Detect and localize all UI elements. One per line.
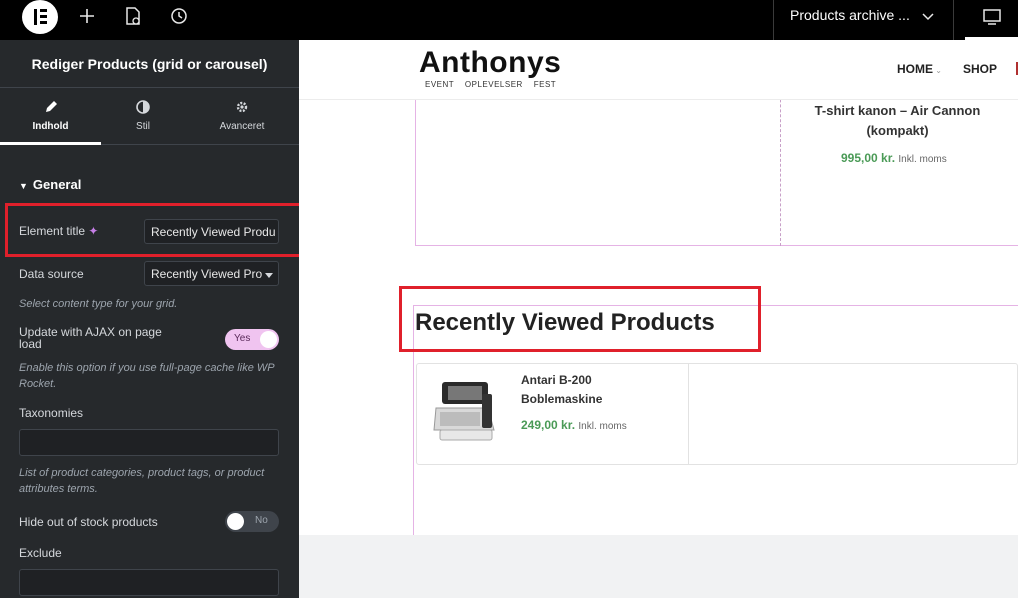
card-divider	[688, 363, 689, 465]
product-card-row	[416, 363, 1018, 465]
exclude-input[interactable]	[19, 569, 279, 596]
half-circle-icon	[101, 100, 185, 117]
select-arrow-icon	[265, 273, 273, 278]
section-outline	[415, 100, 416, 246]
page-settings-icon[interactable]	[124, 6, 142, 31]
taxonomies-input[interactable]	[19, 429, 279, 456]
elementor-logo-icon[interactable]	[22, 0, 58, 34]
toggle-knob	[227, 513, 244, 530]
data-source-label: Data source	[19, 267, 84, 281]
ajax-help: Enable this option if you use full-page …	[19, 362, 275, 390]
tab-advanced-label: Avanceret	[219, 121, 265, 132]
taxonomies-help: List of product categories, product tags…	[19, 467, 265, 495]
product-title[interactable]: T-shirt kanon – Air Cannon (kompakt)	[790, 101, 1005, 141]
tab-style-label: Stil	[136, 121, 150, 132]
editor-topbar: Products archive ...	[0, 0, 1018, 40]
nav-home[interactable]: HOME ⌄	[897, 62, 942, 76]
product-price: 995,00 kr. Inkl. moms	[841, 151, 947, 165]
hide-stock-toggle[interactable]: No	[225, 511, 279, 532]
panel-header: Rediger Products (grid or carousel)	[0, 40, 299, 88]
ajax-toggle-state: Yes	[234, 333, 251, 344]
canvas-footer-area	[299, 535, 1018, 598]
data-source-help: Select content type for your grid.	[19, 298, 178, 310]
toggle-knob	[260, 331, 277, 348]
exclude-label: Exclude	[19, 546, 62, 560]
section-general-label: General	[32, 177, 82, 192]
pencil-icon	[0, 100, 101, 117]
section-outline	[415, 245, 1018, 246]
highlight-box-element-title	[5, 203, 311, 257]
tab-advanced[interactable]: Avanceret	[185, 88, 299, 145]
product-card-title[interactable]: Antari B-200 Boblemaskine	[521, 371, 641, 409]
data-source-value: Recently Viewed Pro	[151, 267, 263, 281]
tax-note: Inkl. moms	[898, 154, 947, 165]
tab-content[interactable]: Indhold	[0, 88, 101, 145]
history-icon[interactable]	[170, 6, 188, 31]
page-selector[interactable]: Products archive ...	[790, 7, 910, 23]
ajax-label: Update with AJAX on page load	[19, 325, 162, 351]
tab-content-label: Indhold	[32, 121, 69, 132]
bubble-machine-image[interactable]	[432, 380, 500, 446]
plus-icon[interactable]	[78, 6, 96, 31]
chevron-down-icon: ⌄	[933, 66, 942, 75]
tax-note: Inkl. moms	[578, 421, 627, 432]
panel-title: Rediger Products (grid or carousel)	[31, 55, 268, 72]
taxonomies-label: Taxonomies	[19, 406, 84, 420]
chevron-down-icon[interactable]	[921, 10, 935, 28]
tab-style[interactable]: Stil	[101, 88, 185, 145]
hide-stock-state: No	[255, 515, 268, 526]
hide-stock-label: Hide out of stock products	[19, 515, 158, 529]
section-general[interactable]: ▼ General	[19, 177, 81, 192]
highlight-box-heading	[399, 286, 761, 352]
gear-icon	[185, 100, 299, 117]
site-logo[interactable]: Anthonys	[419, 46, 561, 80]
data-source-select[interactable]: Recently Viewed Pro	[144, 261, 279, 286]
panel-tabs: Indhold Stil Avanceret	[0, 88, 299, 145]
price-value: 995,00 kr.	[841, 151, 896, 165]
caret-down-icon: ▼	[19, 181, 28, 191]
ajax-toggle[interactable]: Yes	[225, 329, 279, 350]
site-tagline: EVENT OPLEVELSER FEST	[425, 80, 557, 89]
desktop-icon[interactable]	[982, 8, 1002, 31]
price-value: 249,00 kr.	[521, 418, 576, 432]
product-card-price: 249,00 kr. Inkl. moms	[521, 418, 627, 432]
nav-shop[interactable]: SHOP	[963, 62, 997, 76]
